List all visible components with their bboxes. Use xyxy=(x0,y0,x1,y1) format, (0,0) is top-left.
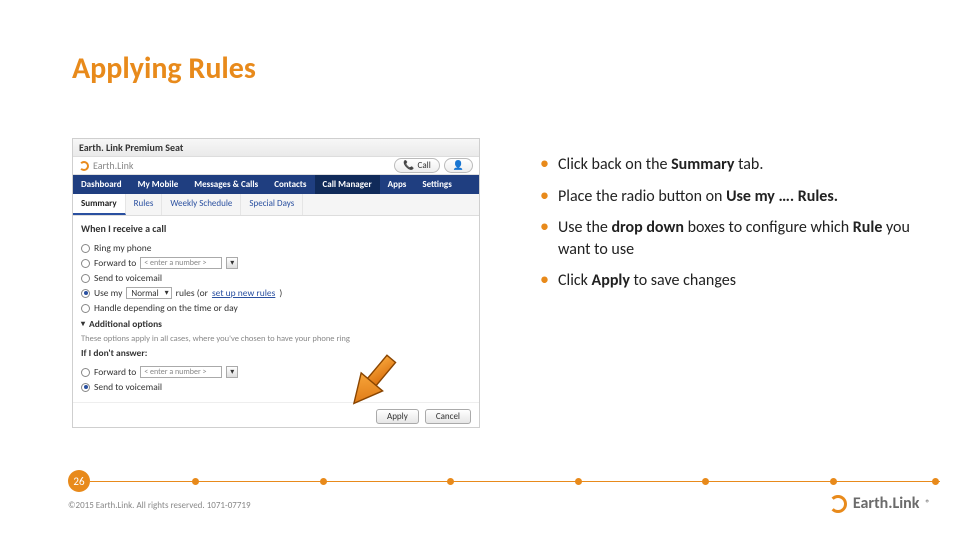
progress-line xyxy=(90,481,940,482)
apply-button[interactable]: Apply xyxy=(376,409,419,424)
nav-contacts[interactable]: Contacts xyxy=(266,175,314,194)
user-button[interactable]: 👤 xyxy=(444,158,473,173)
bullet-text: Click Apply to save changes xyxy=(558,271,736,290)
nav-my-mobile[interactable]: My Mobile xyxy=(130,175,187,194)
brand-text: Earth.Link xyxy=(93,159,133,172)
rule-select[interactable]: Normal xyxy=(126,287,171,299)
bullet-item: Place the radio button on Use my …. Rule… xyxy=(540,186,920,208)
bullet-text: Use the drop down boxes to configure whi… xyxy=(558,218,910,259)
page-title: Applying Rules xyxy=(72,50,256,87)
copyright: ©2015 Earth.Link. All rights reserved. 1… xyxy=(68,500,251,511)
nav-settings[interactable]: Settings xyxy=(414,175,459,194)
opt-use-my-suffix: rules (or xyxy=(176,287,208,299)
nav-apps[interactable]: Apps xyxy=(380,175,415,194)
footer-brand: Earth.Link® xyxy=(829,494,930,513)
forward-dd[interactable]: ▾ xyxy=(226,257,238,269)
slide: Applying Rules Click back on the Summary… xyxy=(0,0,960,540)
tab-special-days[interactable]: Special Days xyxy=(241,194,303,215)
bullet-item: Click back on the Summary tab. xyxy=(540,154,920,176)
call-button[interactable]: 📞 Call xyxy=(394,158,439,173)
brand-bar: Earth.Link 📞 Call 👤 xyxy=(73,157,479,175)
additional-subtitle: These options apply in all cases, where … xyxy=(81,334,471,344)
swirl-icon xyxy=(79,161,89,171)
brand-logo: Earth.Link xyxy=(79,159,133,172)
bullet-item: Use the drop down boxes to configure whi… xyxy=(540,217,920,260)
cancel-button[interactable]: Cancel xyxy=(425,409,471,424)
bullet-list: Click back on the Summary tab. Place the… xyxy=(500,154,920,302)
radio-ring[interactable] xyxy=(81,244,90,253)
opt-use-my-suffix2: ) xyxy=(279,287,282,299)
radio-use-my[interactable] xyxy=(81,289,90,298)
noanswer-forward-input[interactable]: < enter a number > xyxy=(140,366,222,378)
radio-voicemail[interactable] xyxy=(81,274,90,283)
nav-dashboard[interactable]: Dashboard xyxy=(73,175,130,194)
bullet-item: Click Apply to save changes xyxy=(540,270,920,292)
opt-forward: Forward to xyxy=(94,257,136,269)
noanswer-vm-label: Send to voicemail xyxy=(94,381,162,393)
window-title: Earth. Link Premium Seat xyxy=(73,139,479,157)
footer-brand-text: Earth.Link xyxy=(853,494,920,513)
page-number-badge: 26 xyxy=(68,470,90,492)
tab-weekly-schedule[interactable]: Weekly Schedule xyxy=(162,194,241,215)
radio-time-of-day[interactable] xyxy=(81,304,90,313)
opt-voicemail: Send to voicemail xyxy=(94,272,162,284)
tab-summary[interactable]: Summary xyxy=(73,194,126,215)
bullet-text: Click back on the Summary tab. xyxy=(558,155,763,174)
nav-call-manager[interactable]: Call Manager xyxy=(315,175,380,194)
bullet-text: Place the radio button on Use my …. Rule… xyxy=(558,187,838,206)
panel: When I receive a call Ring my phone Forw… xyxy=(73,216,479,402)
radio-forward[interactable] xyxy=(81,259,90,268)
setup-new-rules-link[interactable]: set up new rules xyxy=(212,287,275,299)
opt-ring: Ring my phone xyxy=(94,242,152,254)
noanswer-forward-dd[interactable]: ▾ xyxy=(226,366,238,378)
app-screenshot: Earth. Link Premium Seat Earth.Link 📞 Ca… xyxy=(72,138,480,428)
main-nav: Dashboard My Mobile Messages & Calls Con… xyxy=(73,175,479,194)
if-no-answer-label: If I don't answer: xyxy=(81,347,147,359)
radio-noanswer-vm[interactable] xyxy=(81,383,90,392)
swirl-icon xyxy=(829,495,847,513)
panel-footer: Apply Cancel xyxy=(73,402,479,430)
tab-rules[interactable]: Rules xyxy=(126,194,163,215)
opt-use-my-prefix: Use my xyxy=(94,287,122,299)
noanswer-forward-label: Forward to xyxy=(94,366,136,378)
nav-messages[interactable]: Messages & Calls xyxy=(186,175,266,194)
panel-header: When I receive a call xyxy=(81,222,166,235)
radio-noanswer-forward[interactable] xyxy=(81,368,90,377)
additional-options-header[interactable]: Additional options xyxy=(81,318,471,330)
sub-nav: Summary Rules Weekly Schedule Special Da… xyxy=(73,194,479,216)
forward-number-input[interactable]: < enter a number > xyxy=(140,257,222,269)
opt-time-of-day: Handle depending on the time or day xyxy=(94,302,238,314)
